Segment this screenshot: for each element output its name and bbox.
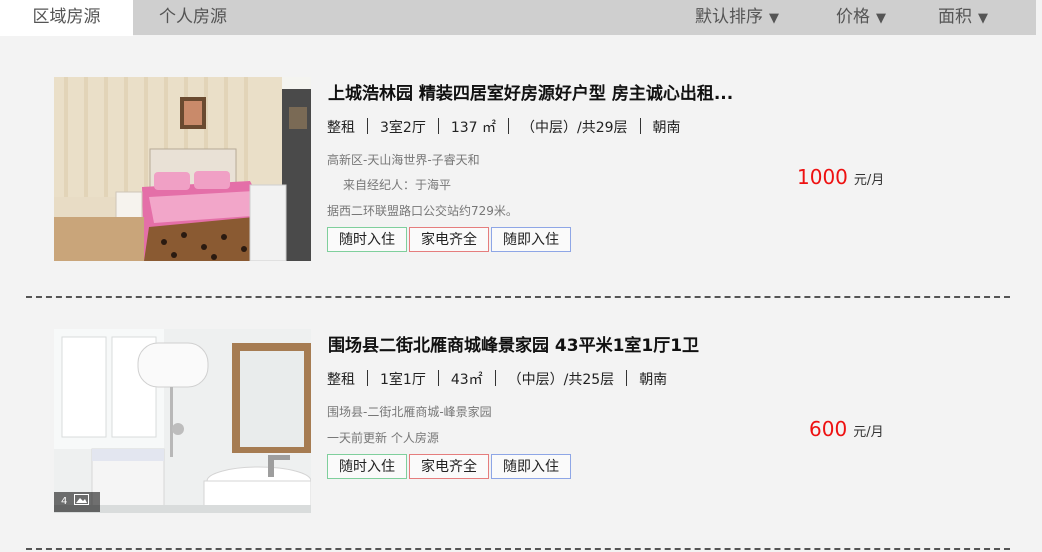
bathroom-photo (54, 329, 311, 513)
orientation: 朝南 (652, 120, 681, 136)
listing-photo[interactable] (54, 329, 311, 513)
photo-count: 4 (61, 496, 68, 507)
orientation: 朝南 (639, 372, 668, 388)
caret-down-icon: ▼ (769, 11, 779, 26)
tag: 随时入住 (327, 227, 407, 252)
agent-text: 来自经纪人：于海平 (343, 178, 452, 192)
tag: 随即入住 (491, 454, 571, 479)
location-text[interactable]: 高新区-天山海世界-子睿天和 (327, 151, 480, 168)
tag: 随即入住 (491, 227, 571, 252)
separator (639, 118, 641, 134)
listing-title[interactable]: 围场县二街北雁商城峰景家园 43平米1室1厅1卫 (328, 331, 699, 356)
sort-area-label: 面积 (938, 7, 972, 27)
update-text: 一天前更新 个人房源 (327, 431, 439, 445)
rent-type: 整租 (327, 372, 355, 388)
price: 1000 元/月 (797, 165, 884, 189)
tag: 家电齐全 (409, 454, 489, 479)
sort-area[interactable]: 面积 ▼ (938, 0, 988, 35)
image-icon (73, 494, 89, 505)
listing-meta: 整租 1室1厅 43㎡ （中层）/共25层 朝南 (327, 369, 667, 389)
tag: 随时入住 (327, 454, 407, 479)
transit-text: 据西二环联盟路口公交站约729米。 (327, 204, 518, 218)
floor-info: （中层）/共29层 (521, 120, 628, 136)
tag-list: 随时入住 家电齐全 随即入住 (327, 454, 573, 479)
floor-area: 43㎡ (450, 372, 483, 388)
listing-meta: 整租 3室2厅 137 ㎡ （中层）/共29层 朝南 (327, 117, 681, 137)
photo-count-badge: 4 (54, 492, 100, 512)
listing-title[interactable]: 上城浩林园 精装四居室好房源好户型 房主诚心出租... (328, 79, 733, 104)
price-unit: 元/月 (853, 173, 885, 188)
room-layout: 3室2厅 (380, 120, 426, 136)
caret-down-icon: ▼ (978, 11, 988, 26)
separator (367, 118, 368, 134)
separator (508, 118, 509, 134)
price: 600 元/月 (809, 417, 884, 441)
caret-down-icon: ▼ (876, 11, 886, 26)
separator (367, 370, 368, 386)
separator (626, 370, 628, 386)
separator (437, 370, 439, 386)
price-value: 1000 (797, 165, 848, 189)
price-unit: 元/月 (853, 425, 884, 440)
sort-default-label: 默认排序 (695, 7, 763, 27)
divider (26, 548, 1010, 550)
tag: 家电齐全 (409, 227, 489, 252)
bedroom-photo (54, 77, 311, 261)
sort-price-label: 价格 (836, 7, 870, 27)
separator (437, 118, 439, 134)
room-layout: 1室1厅 (380, 372, 426, 388)
rent-type: 整租 (327, 120, 355, 136)
sort-default[interactable]: 默认排序 ▼ (695, 0, 779, 35)
separator (494, 370, 496, 386)
sort-price[interactable]: 价格 ▼ (836, 0, 886, 35)
location-text[interactable]: 围场县-二街北雁商城-峰景家园 (327, 403, 492, 420)
tab-personal-listings[interactable]: 个人房源 (133, 0, 253, 35)
tab-area-listings[interactable]: 区域房源 (0, 0, 133, 36)
floor-area: 137 ㎡ (450, 120, 496, 136)
floor-info: （中层）/共25层 (507, 372, 615, 388)
listing-photo[interactable] (54, 77, 311, 261)
price-value: 600 (809, 417, 848, 441)
tag-list: 随时入住 家电齐全 随即入住 (327, 227, 573, 252)
listing-item: 上城浩林园 精装四居室好房源好户型 房主诚心出租... 整租 3室2厅 137 ㎡ （… (0, 45, 1042, 295)
listing-item: 4 围场县二街北雁商城峰景家园 43平米1室1厅1卫 整租 1室1厅 43㎡ （中层）… (0, 297, 1042, 547)
filter-bar: 区域房源 个人房源 默认排序 ▼ 价格 ▼ 面积 ▼ (0, 0, 1036, 36)
